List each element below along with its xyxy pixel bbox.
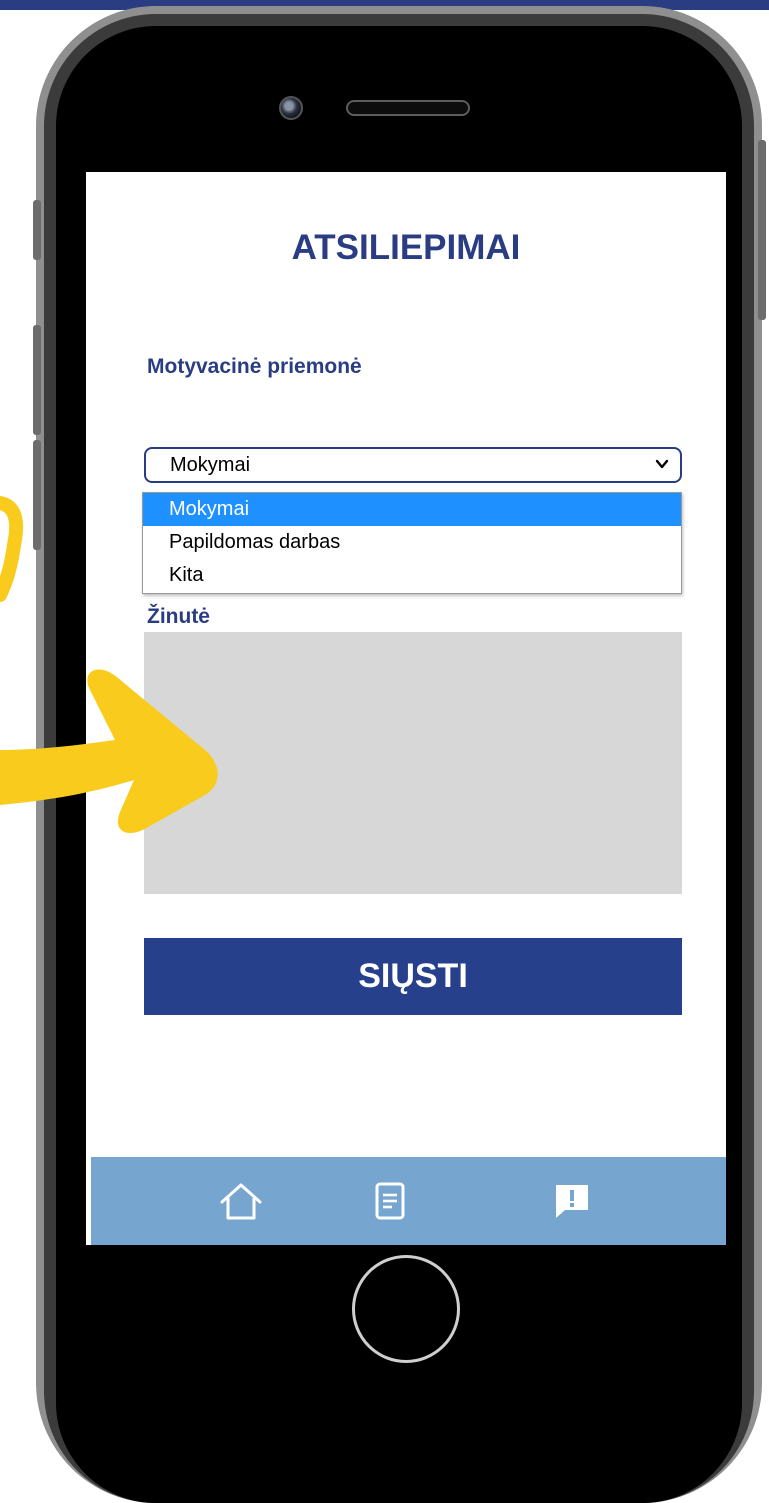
option-mokymai[interactable]: Mokymai [143, 493, 681, 526]
option-papildomas-darbas[interactable]: Papildomas darbas [143, 526, 681, 559]
feedback-icon [556, 1185, 588, 1218]
nav-home[interactable] [213, 1177, 269, 1225]
chevron-down-icon [655, 459, 669, 469]
select-current-value: Mokymai [170, 454, 251, 476]
home-icon [220, 1183, 262, 1220]
option-kita[interactable]: Kita [143, 559, 681, 592]
motivation-label: Motyvacinė priemonė [147, 355, 362, 378]
phone-volume-down-button [33, 440, 41, 550]
select-dropdown-list: Mokymai Papildomas darbas Kita [142, 492, 682, 594]
nav-documents[interactable] [362, 1177, 418, 1225]
camera-icon [279, 96, 303, 120]
yellow-arrow-decoration [0, 669, 218, 834]
document-icon [375, 1182, 405, 1220]
phone-power-button [758, 140, 766, 320]
page-title: ATSILIEPIMAI [291, 228, 521, 267]
bottom-navigation [91, 1157, 726, 1245]
phone-side-button [33, 200, 41, 260]
speaker-grille [346, 100, 470, 116]
phone-home-button[interactable] [352, 1255, 460, 1363]
nav-feedback[interactable] [544, 1177, 600, 1225]
send-button[interactable]: SIŲSTI [144, 938, 682, 1015]
phone-volume-up-button [33, 325, 41, 435]
motivation-select[interactable]: Mokymai [144, 447, 682, 483]
